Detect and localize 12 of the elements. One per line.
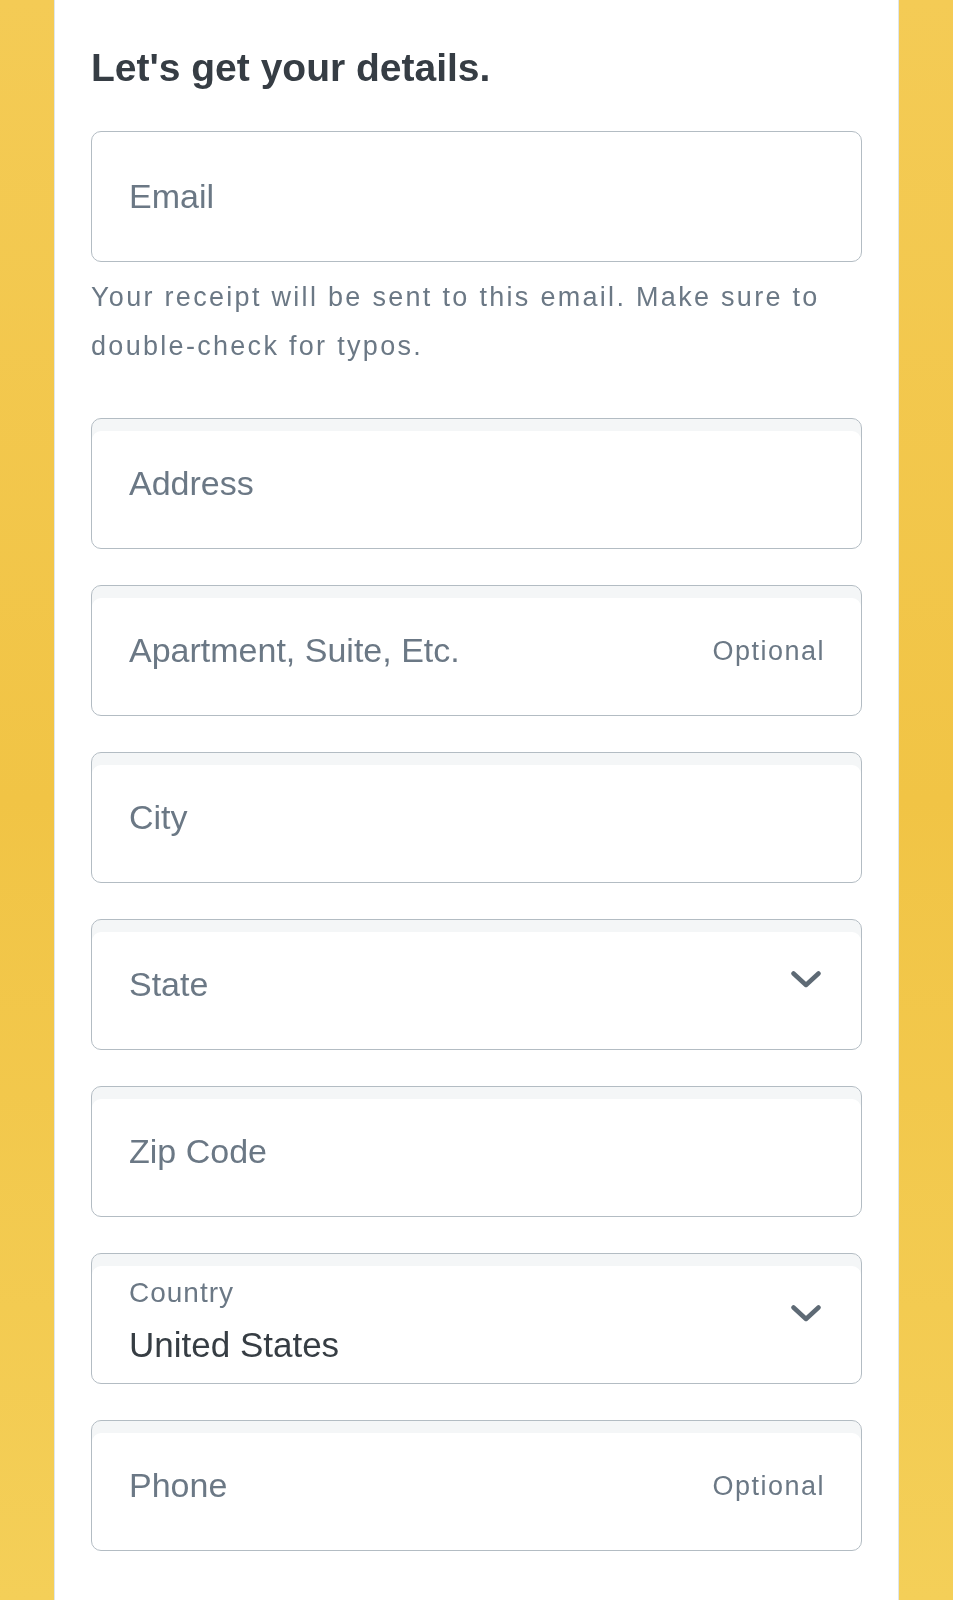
email-field[interactable]: Email xyxy=(91,131,862,262)
optional-label: Optional xyxy=(712,1470,825,1501)
form-heading: Let's get your details. xyxy=(91,45,491,91)
input-field[interactable]: Zip Code xyxy=(91,1086,862,1217)
email-help-text: Your receipt will be sent to this email. Make sure to double-check for typos. xyxy=(91,281,821,363)
dropdown-field[interactable]: State xyxy=(91,919,862,1050)
chevron-down-icon xyxy=(791,1305,821,1322)
dropdown-field[interactable]: Country United States xyxy=(91,1253,862,1384)
input-field[interactable]: City xyxy=(91,752,862,883)
optional-label: Optional xyxy=(712,635,825,666)
input-field[interactable]: Address xyxy=(91,418,862,549)
chevron-down-icon xyxy=(791,971,821,988)
